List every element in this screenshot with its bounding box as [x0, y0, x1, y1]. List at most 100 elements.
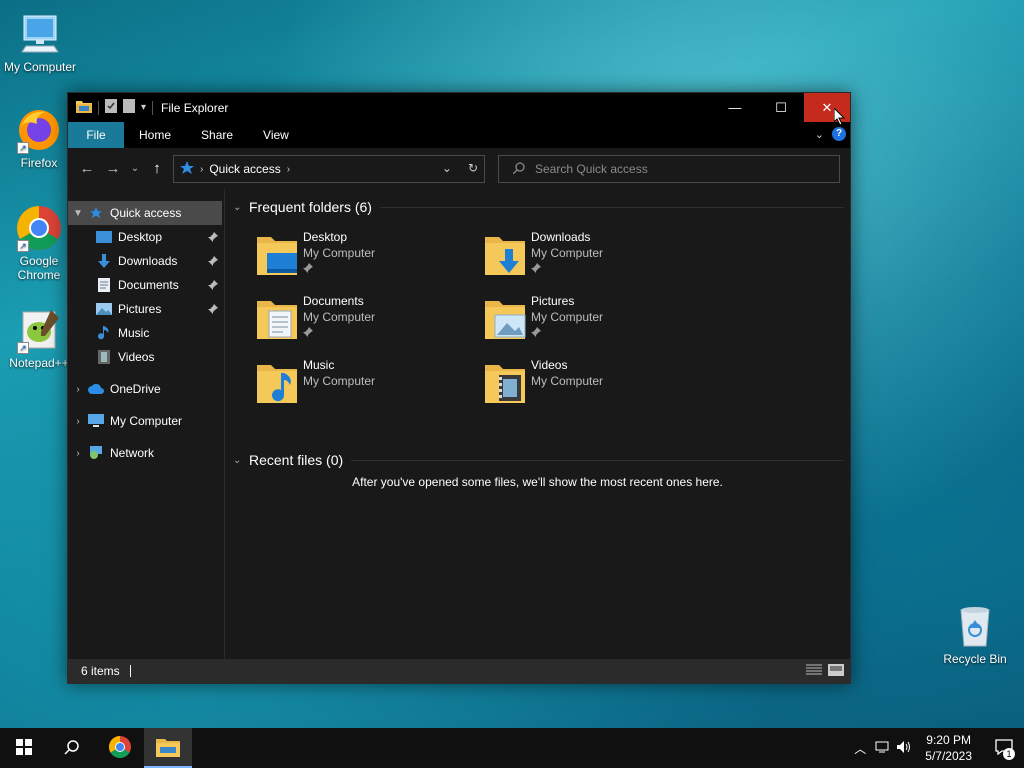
address-bar[interactable]: › Quick access › ⌄ ↻: [173, 155, 485, 183]
action-center-button[interactable]: 1: [984, 728, 1024, 768]
explorer-body: ▼ Quick access Desktop Downloads Documen…: [68, 189, 850, 659]
volume-icon[interactable]: [893, 740, 915, 756]
back-arrow-icon[interactable]: ←: [74, 160, 100, 177]
nav-item-label: Pictures: [118, 302, 162, 316]
group-collapse-chevron-icon[interactable]: ⌄: [233, 202, 249, 213]
search-input[interactable]: Search Quick access: [535, 162, 648, 176]
nav-item-label: Desktop: [118, 230, 163, 244]
folder-location: My Computer: [303, 374, 376, 388]
separator: [98, 100, 99, 115]
mouse-cursor-icon: [833, 106, 846, 129]
taskbar-file-explorer-button[interactable]: [144, 728, 192, 768]
folder-name: Documents: [303, 294, 364, 308]
network-status-icon[interactable]: [871, 741, 893, 756]
recent-files-empty-message: After you've opened some files, we'll sh…: [352, 475, 723, 489]
desktop-icon-recycle-bin[interactable]: Recycle Bin: [935, 602, 1015, 666]
nav-item-music[interactable]: Music: [68, 321, 224, 345]
expand-ribbon-icon[interactable]: ⌄: [815, 128, 824, 141]
nav-item-label: Downloads: [118, 254, 178, 268]
search-box[interactable]: Search Quick access: [498, 155, 840, 183]
pin-icon: [531, 261, 603, 277]
quick-access-toolbar: ▾: [68, 99, 154, 116]
pin-icon: [531, 325, 603, 341]
chevron-right-icon[interactable]: ›: [287, 164, 290, 175]
download-arrow-icon: [96, 253, 112, 269]
folder-tile-pictures[interactable]: Pictures My Computer: [461, 291, 681, 351]
recent-locations-chevron-icon[interactable]: ⌄: [126, 163, 144, 174]
folder-tile-music[interactable]: Music My Computer: [233, 355, 453, 415]
nav-item-quick-access[interactable]: ▼ Quick access: [68, 201, 222, 225]
pin-icon: [208, 303, 218, 317]
file-explorer-window: ▾ File Explorer — ☐ ✕ File Home Share Vi…: [67, 92, 851, 684]
desktop-folder-icon: [257, 231, 303, 279]
forward-arrow-icon[interactable]: →: [100, 160, 126, 177]
window-title: File Explorer: [161, 100, 229, 115]
nav-item-label: My Computer: [110, 414, 183, 428]
nav-item-my-computer[interactable]: › My Computer: [68, 409, 224, 433]
minimize-button[interactable]: —: [712, 93, 758, 122]
title-bar[interactable]: ▾ File Explorer — ☐ ✕: [68, 93, 850, 122]
taskbar: ︿ 9:20 PM 5/7/2023 1: [0, 728, 1024, 768]
nav-item-downloads[interactable]: Downloads: [68, 249, 224, 273]
group-title: Recent files (0): [249, 452, 344, 468]
help-icon[interactable]: ?: [832, 127, 846, 141]
large-icons-view-icon[interactable]: [828, 664, 844, 679]
content-pane: ⌄ Frequent folders (6) Desktop My Comput…: [225, 189, 850, 659]
collapsed-chevron-icon[interactable]: ›: [68, 448, 88, 459]
nav-item-label: Videos: [118, 350, 155, 364]
separator: [152, 100, 154, 115]
desktop-icon-my-computer[interactable]: My Computer: [0, 10, 80, 74]
folder-tile-documents[interactable]: Documents My Computer: [233, 291, 453, 351]
nav-item-documents[interactable]: Documents: [68, 273, 224, 297]
frequent-folders-header[interactable]: ⌄ Frequent folders (6): [233, 195, 850, 219]
tab-home[interactable]: Home: [124, 122, 186, 148]
folder-location: My Computer: [303, 310, 376, 324]
taskbar-chrome-button[interactable]: [96, 728, 144, 768]
nav-item-network[interactable]: › Network: [68, 441, 224, 465]
up-arrow-icon[interactable]: ↑: [144, 160, 170, 177]
clock[interactable]: 9:20 PM 5/7/2023: [925, 732, 972, 764]
collapsed-chevron-icon[interactable]: ›: [68, 384, 88, 395]
show-hidden-icons-chevron-icon[interactable]: ︿: [849, 740, 871, 757]
nav-item-onedrive[interactable]: › OneDrive: [68, 377, 224, 401]
folder-tile-videos[interactable]: Videos My Computer: [461, 355, 681, 415]
nav-item-label: Quick access: [110, 206, 182, 220]
navigation-pane: ▼ Quick access Desktop Downloads Documen…: [68, 189, 225, 659]
details-view-icon[interactable]: [806, 664, 822, 679]
recent-files-header[interactable]: ⌄ Recent files (0): [233, 448, 850, 472]
tab-view[interactable]: View: [248, 122, 304, 148]
pin-icon: [208, 255, 218, 269]
properties-icon[interactable]: [105, 99, 117, 116]
nav-item-videos[interactable]: Videos: [68, 345, 224, 369]
folder-tile-desktop[interactable]: Desktop My Computer: [233, 227, 453, 287]
group-collapse-chevron-icon[interactable]: ⌄: [233, 455, 249, 466]
chrome-icon: ↗: [15, 204, 63, 252]
picture-icon: [96, 301, 112, 317]
breadcrumb-quick-access[interactable]: Quick access: [209, 162, 280, 176]
search-button[interactable]: [48, 728, 96, 768]
desktop-icon-label: Recycle Bin: [943, 652, 1007, 666]
pin-icon: [303, 261, 375, 277]
nav-item-pictures[interactable]: Pictures: [68, 297, 224, 321]
new-folder-icon[interactable]: [123, 99, 135, 116]
refresh-icon[interactable]: ↻: [468, 161, 478, 175]
tab-file[interactable]: File: [68, 122, 124, 148]
pictures-folder-icon: [485, 295, 531, 343]
tab-share[interactable]: Share: [186, 122, 248, 148]
collapsed-chevron-icon[interactable]: ›: [68, 416, 88, 427]
maximize-button[interactable]: ☐: [758, 93, 804, 122]
folder-name: Videos: [531, 358, 568, 372]
address-dropdown-icon[interactable]: ⌄: [442, 161, 452, 175]
folder-location: My Computer: [303, 246, 376, 260]
shortcut-arrow-icon: ↗: [17, 142, 29, 154]
customize-toolbar-icon[interactable]: ▾: [141, 102, 146, 113]
folder-tile-downloads[interactable]: Downloads My Computer: [461, 227, 681, 287]
chevron-right-icon: ›: [200, 163, 204, 175]
group-divider: [379, 206, 844, 208]
quick-access-star-icon: [180, 160, 194, 178]
nav-item-label: Network: [110, 446, 155, 460]
nav-item-desktop[interactable]: Desktop: [68, 225, 224, 249]
network-icon: [88, 445, 104, 461]
start-button[interactable]: [0, 728, 48, 768]
expanded-chevron-icon[interactable]: ▼: [68, 208, 88, 219]
